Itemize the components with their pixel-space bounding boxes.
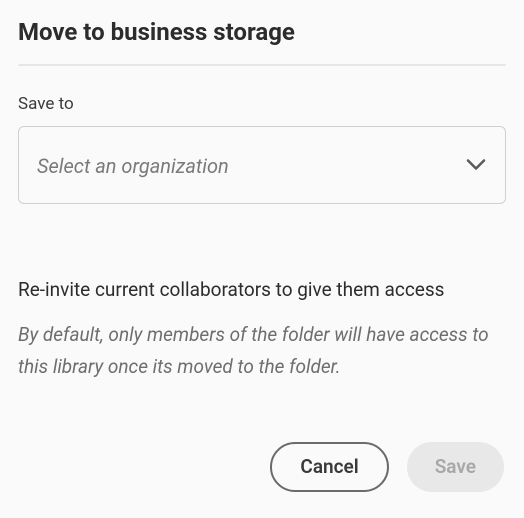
save-button[interactable]: Save [407,442,504,492]
save-to-label: Save to [18,94,506,114]
organization-select-value[interactable]: Select an organization [18,126,506,204]
organization-select[interactable]: Select an organization [18,126,506,204]
divider [18,64,506,66]
helper-text: By default, only members of the folder w… [18,319,506,384]
dialog-title: Move to business storage [18,18,506,46]
reinvite-heading: Re-invite current collaborators to give … [18,278,506,301]
button-row: Cancel Save [18,442,506,492]
cancel-button[interactable]: Cancel [270,442,388,492]
